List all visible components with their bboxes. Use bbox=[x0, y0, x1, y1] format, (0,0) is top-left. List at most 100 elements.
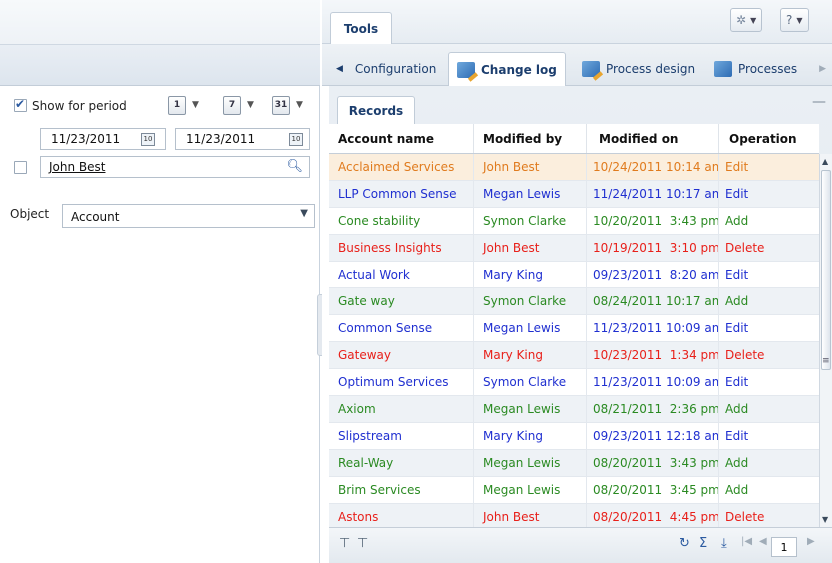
tab-change-log-label: Change log bbox=[481, 62, 557, 77]
user-filter-checkbox[interactable] bbox=[14, 161, 27, 174]
object-select[interactable]: Account ▼ bbox=[62, 204, 315, 228]
table-row[interactable]: Axiom Megan Lewis 08/21/2011 2:36 pm Add bbox=[329, 396, 819, 423]
filter-icon[interactable]: ⊤ bbox=[339, 536, 350, 551]
cell-modified-by: Symon Clarke bbox=[474, 288, 587, 315]
grid-footer: ⊤ ⊤ ↻ Σ ⤓ |◀ ◀ 1 ▶ bbox=[329, 527, 832, 563]
cell-account-name: Optimum Services bbox=[329, 369, 474, 396]
process-design-icon bbox=[582, 61, 600, 77]
tools-header: Tools ✲ ▼ ? ▼ bbox=[322, 0, 832, 45]
grip-icon: ≡ bbox=[822, 356, 830, 366]
table-row[interactable]: Acclaimed Services John Best 10/24/2011 10… bbox=[329, 154, 819, 181]
chevron-down-icon: ▼ bbox=[192, 100, 199, 110]
chevron-down-icon: ▼ bbox=[796, 15, 803, 25]
column-header-modified-by[interactable]: Modified by bbox=[474, 124, 587, 153]
calendar-icon[interactable]: 10 bbox=[289, 132, 303, 146]
table-row[interactable]: Brim Services Megan Lewis 08/20/2011 3:45 … bbox=[329, 476, 819, 504]
gear-icon: ✲ bbox=[736, 13, 747, 27]
minimize-icon[interactable]: — bbox=[812, 94, 826, 110]
cell-modified-by: Megan Lewis bbox=[474, 315, 587, 342]
date-from-field[interactable]: 11/23/2011 10 bbox=[40, 128, 166, 150]
table-row[interactable]: Actual Work Mary King 09/23/2011 8:20 am Ed… bbox=[329, 261, 819, 289]
prev-page-icon[interactable]: ◀ bbox=[759, 536, 767, 547]
search-icon[interactable]: 🔍︎ bbox=[286, 159, 303, 174]
date-to-field[interactable]: 11/23/2011 10 bbox=[175, 128, 310, 150]
show-for-period-checkbox[interactable] bbox=[14, 97, 27, 112]
table-row[interactable]: Gateway Mary King 10/23/2011 1:34 pm Delete bbox=[329, 342, 819, 370]
left-toolbar-band bbox=[0, 44, 320, 86]
table-row[interactable]: Real-Way Megan Lewis 08/20/2011 3:43 pm Add bbox=[329, 449, 819, 477]
arrow-left-icon[interactable]: ◀ bbox=[336, 64, 343, 74]
cell-modified-on: 08/20/2011 3:43 pm bbox=[587, 449, 719, 476]
cell-modified-by: John Best bbox=[474, 154, 587, 180]
clear-filter-icon[interactable]: ⊤ bbox=[357, 536, 368, 551]
first-page-icon[interactable]: |◀ bbox=[741, 536, 752, 547]
cell-modified-by: Mary King bbox=[474, 261, 587, 288]
scroll-up-icon[interactable]: ▲ bbox=[822, 157, 828, 166]
cell-modified-on: 11/24/2011 10:17 am bbox=[587, 180, 719, 207]
tab-records[interactable]: Records bbox=[337, 96, 415, 124]
tab-configuration[interactable]: ◀ Configuration bbox=[328, 52, 444, 86]
records-panel: Records — Account name Modified by Modif… bbox=[329, 86, 832, 563]
scroll-down-icon[interactable]: ▼ bbox=[822, 515, 828, 524]
help-button[interactable]: ? ▼ bbox=[780, 8, 809, 32]
column-header-operation[interactable]: Operation bbox=[719, 124, 819, 153]
table-row[interactable]: LLP Common Sense Megan Lewis 11/24/2011 10… bbox=[329, 180, 819, 208]
object-value: Account bbox=[71, 210, 120, 224]
day-calendar-icon: 1 bbox=[168, 95, 186, 115]
tab-process-design[interactable]: Process design bbox=[574, 52, 703, 86]
tab-processes[interactable]: Processes ▶ bbox=[706, 52, 832, 86]
month-calendar-icon: 31 bbox=[272, 95, 290, 115]
cell-operation: Edit bbox=[725, 321, 749, 336]
cell-modified-by: Mary King bbox=[474, 422, 587, 449]
scroll-thumb[interactable] bbox=[821, 170, 831, 370]
cell-modified-on: 08/21/2011 2:36 pm bbox=[587, 396, 719, 422]
cell-account-name: Common Sense bbox=[329, 315, 474, 342]
table-row[interactable]: Cone stability Symon Clarke 10/20/2011 3:4… bbox=[329, 207, 819, 235]
sum-icon[interactable]: Σ bbox=[699, 536, 707, 551]
cell-operation: Add bbox=[725, 455, 749, 470]
column-header-account[interactable]: Account name bbox=[329, 124, 474, 153]
column-header-modified-on[interactable]: Modified on bbox=[587, 124, 719, 153]
table-row[interactable]: Optimum Services Symon Clarke 11/23/2011 1… bbox=[329, 369, 819, 397]
cell-operation: Edit bbox=[725, 159, 749, 174]
cell-modified-on: 08/20/2011 4:45 pm bbox=[587, 503, 719, 527]
tab-tools[interactable]: Tools bbox=[330, 12, 392, 45]
cell-modified-by: Megan Lewis bbox=[474, 396, 587, 422]
cell-account-name: Astons bbox=[329, 503, 474, 527]
table-row[interactable]: Astons John Best 08/20/2011 4:45 pm Delete bbox=[329, 503, 819, 527]
table-row[interactable]: Business Insights John Best 10/19/2011 3:1… bbox=[329, 234, 819, 262]
main-panel: Tools ✲ ▼ ? ▼ ◀ Configuration Change log… bbox=[322, 0, 832, 563]
period-week-button[interactable]: 7 ▼ bbox=[223, 94, 263, 116]
vertical-scrollbar[interactable]: ▲ ≡ ▼ bbox=[819, 154, 832, 527]
cell-operation: Add bbox=[725, 401, 749, 416]
cell-modified-on: 08/24/2011 10:17 am bbox=[587, 288, 719, 315]
cell-account-name: Business Insights bbox=[329, 234, 474, 261]
cell-modified-on: 09/23/2011 8:20 am bbox=[587, 261, 719, 288]
table-row[interactable]: Gate way Symon Clarke 08/24/2011 10:17 am A… bbox=[329, 288, 819, 316]
cell-modified-by: Mary King bbox=[474, 342, 587, 369]
calendar-icon[interactable]: 10 bbox=[141, 132, 155, 146]
next-page-icon[interactable]: ▶ bbox=[807, 536, 815, 547]
chevron-down-icon[interactable]: ▼ bbox=[300, 208, 308, 219]
period-day-button[interactable]: 1 ▼ bbox=[168, 94, 208, 116]
cell-operation: Edit bbox=[725, 375, 749, 390]
cell-account-name: LLP Common Sense bbox=[329, 180, 474, 207]
settings-button[interactable]: ✲ ▼ bbox=[730, 8, 763, 32]
processes-icon bbox=[714, 61, 732, 77]
help-icon: ? bbox=[786, 13, 793, 27]
cell-modified-on: 08/20/2011 3:45 pm bbox=[587, 476, 719, 503]
arrow-right-icon[interactable]: ▶ bbox=[819, 64, 826, 74]
export-icon[interactable]: ⤓ bbox=[721, 536, 727, 551]
page-number-input[interactable]: 1 bbox=[771, 537, 797, 557]
cell-operation: Add bbox=[725, 213, 749, 228]
cell-modified-on: 10/24/2011 10:14 am bbox=[587, 154, 719, 180]
user-lookup-field[interactable]: John Best 🔍︎ bbox=[40, 156, 310, 178]
table-row[interactable]: Slipstream Mary King 09/23/2011 12:18 am Ed… bbox=[329, 422, 819, 450]
refresh-icon[interactable]: ↻ bbox=[679, 536, 690, 551]
period-month-button[interactable]: 31 ▼ bbox=[272, 94, 312, 116]
process-tabs: ◀ Configuration Change log Process desig… bbox=[322, 44, 832, 86]
cell-operation: Delete bbox=[725, 240, 765, 255]
tab-change-log[interactable]: Change log bbox=[448, 52, 566, 86]
table-row[interactable]: Common Sense Megan Lewis 11/23/2011 10:09 … bbox=[329, 315, 819, 343]
date-from-value: 11/23/2011 bbox=[51, 132, 121, 146]
